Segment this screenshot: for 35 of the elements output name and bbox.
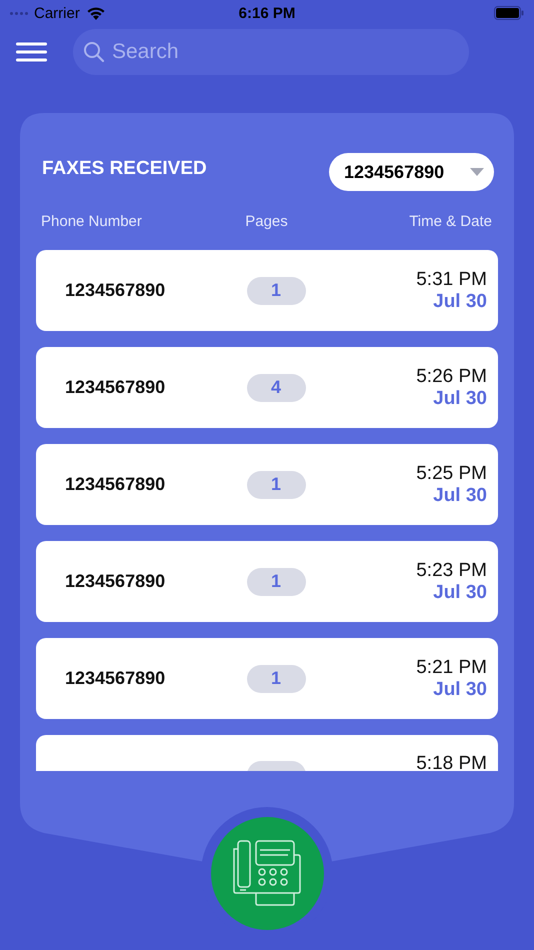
column-header: Pages xyxy=(244,213,289,230)
fax-date: Jul 30 xyxy=(433,290,487,312)
column-header: Phone Number xyxy=(41,213,143,230)
clock-time: 6:16 PM xyxy=(238,4,296,22)
page-count: 1 xyxy=(246,664,306,692)
phone-number: 1234567890 xyxy=(65,571,166,592)
fax-row[interactable]: 1234567890 1 5:23 PM Jul 30 xyxy=(36,541,498,622)
page-count: 1 xyxy=(246,470,306,498)
fax-time: 5:25 PM xyxy=(416,462,487,484)
page-count: 1 xyxy=(246,568,306,596)
fax-row[interactable]: 1234567890 1 5:25 PM Jul 30 xyxy=(36,444,498,525)
column-header: Time & Date xyxy=(408,213,492,230)
fax-row[interactable]: 1234567890 1 5:21 PM Jul 30 xyxy=(36,638,498,719)
fax-time: 5:18 PM xyxy=(416,753,487,771)
panel-title: FAXES RECEIVED xyxy=(42,158,207,180)
fax-time: 5:31 PM xyxy=(416,268,487,290)
fax-date: Jul 30 xyxy=(433,678,487,700)
fax-row[interactable]: 5:18 PM xyxy=(36,735,498,771)
page-count: 1 xyxy=(246,276,306,304)
fax-date: Jul 30 xyxy=(433,582,487,604)
page-count: 4 xyxy=(246,374,306,402)
fax-time: 5:21 PM xyxy=(416,656,487,678)
search-field[interactable]: Search xyxy=(73,29,469,75)
fax-time: 5:23 PM xyxy=(416,560,487,582)
phone-number: 1234567890 xyxy=(65,280,166,301)
fax-date: Jul 30 xyxy=(433,484,487,506)
phone-number: 1234567890 xyxy=(65,668,166,689)
number-dropdown[interactable]: 1234567890 xyxy=(329,153,494,191)
fax-row[interactable]: 1234567890 1 5:31 PM Jul 30 xyxy=(36,250,498,331)
fax-time: 5:26 PM xyxy=(416,366,487,388)
fax-date: Jul 30 xyxy=(433,388,487,410)
phone-number: 1234567890 xyxy=(65,474,166,495)
fax-row[interactable]: 1234567890 4 5:26 PM Jul 30 xyxy=(36,347,498,428)
carrier-label: Carrier xyxy=(34,4,80,22)
phone-number: 1234567890 xyxy=(65,377,166,398)
